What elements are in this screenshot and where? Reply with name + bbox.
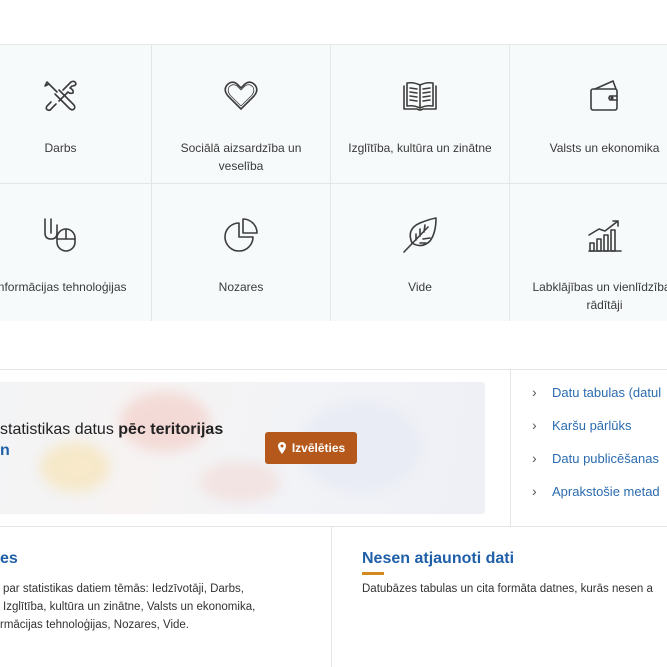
tools-icon [40,75,82,117]
category-tile-darbs[interactable]: Darbs [0,45,152,183]
mouse-cable-icon [40,214,82,256]
chevron-right-icon: › [532,384,537,400]
left-column-text-line: par statistikas datiem tēmās: Iedzīvotāj… [3,583,244,595]
recent-data-title[interactable]: Nesen atjaunoti dati [362,550,514,568]
quick-link-label: Aprakstošie metad [552,483,660,499]
category-tile-environment[interactable]: Vide [331,183,510,321]
territory-heading-bold: pēc teritorijas [118,421,224,438]
divider-vertical [331,527,332,667]
leaf-icon [399,214,441,256]
quick-link-data-tables[interactable]: › Datu tabulas (datul [532,380,667,404]
category-label: Izglītība, kultūra un zinātne [348,141,492,155]
left-column-text-line: rmācijas tehnoloģijas, Nozares, Vide. [0,619,189,631]
category-label: Vide [408,280,432,294]
category-label: Nozares [218,280,264,294]
choose-button-label: Izvēlēties [291,441,346,455]
divider [0,526,667,527]
pie-chart-icon [220,214,262,256]
territory-heading: statistikas datus pēc teritorijas [0,418,223,442]
title-underline [362,572,384,575]
category-tile-industries[interactable]: Nozares [152,183,331,321]
quick-link-label: Datu tabulas (datul [552,384,662,400]
choose-territory-button[interactable]: Izvēlēties [265,432,357,464]
territory-heading-line2: n [0,442,10,459]
left-column-title[interactable]: es [0,550,18,568]
category-label: Darbs [44,141,77,155]
category-tile-education[interactable]: Izglītība, kultūra un zinātne [331,45,510,183]
chevron-right-icon: › [532,483,537,499]
category-label: Sociālā aizsardzība un veselība [180,141,302,173]
page: { "categories": [ {"label": "Darbs", "ic… [0,0,667,667]
chevron-right-icon: › [532,417,537,433]
quick-link-map-browser[interactable]: › Karšu pārlūks [532,413,667,437]
category-tile-social[interactable]: Sociālā aizsardzība un veselība [152,45,331,183]
divider-vertical [510,370,511,526]
category-tile-it[interactable]: Informācijas tehnoloģijas [0,183,152,321]
quick-link-metadata[interactable]: › Aprakstošie metad [532,479,667,503]
map-pin-icon [277,442,286,454]
wallet-icon [584,75,626,117]
recent-data-text: Datubāzes tabulas un cita formāta datnes… [362,583,653,595]
category-grid: Darbs Sociālā aizsardzība un veselība Iz… [0,44,667,321]
territory-banner: statistikas datus pēc teritorijas n [0,382,485,514]
quick-link-label: Datu publicēšanas [552,450,659,466]
left-column-text-line: Izglītība, kultūra un zinātne, Valsts un… [3,601,256,613]
heart-icon [220,75,262,117]
book-icon [399,75,441,117]
category-label: Labklājības un vienlīdzības rādītāji [532,280,667,312]
category-tile-economy[interactable]: Valsts un ekonomika [510,45,667,183]
category-tile-welfare[interactable]: Labklājības un vienlīdzības rādītāji [510,183,667,321]
divider [0,369,667,370]
quick-link-data-publishing[interactable]: › Datu publicēšanas [532,446,667,470]
quick-link-label: Karšu pārlūks [552,417,632,433]
chevron-right-icon: › [532,450,537,466]
category-label: Valsts un ekonomika [549,141,660,155]
territory-heading-text: statistikas datus [0,421,119,438]
category-label: Informācijas tehnoloģijas [0,280,127,294]
bar-chart-growth-icon [584,214,626,256]
